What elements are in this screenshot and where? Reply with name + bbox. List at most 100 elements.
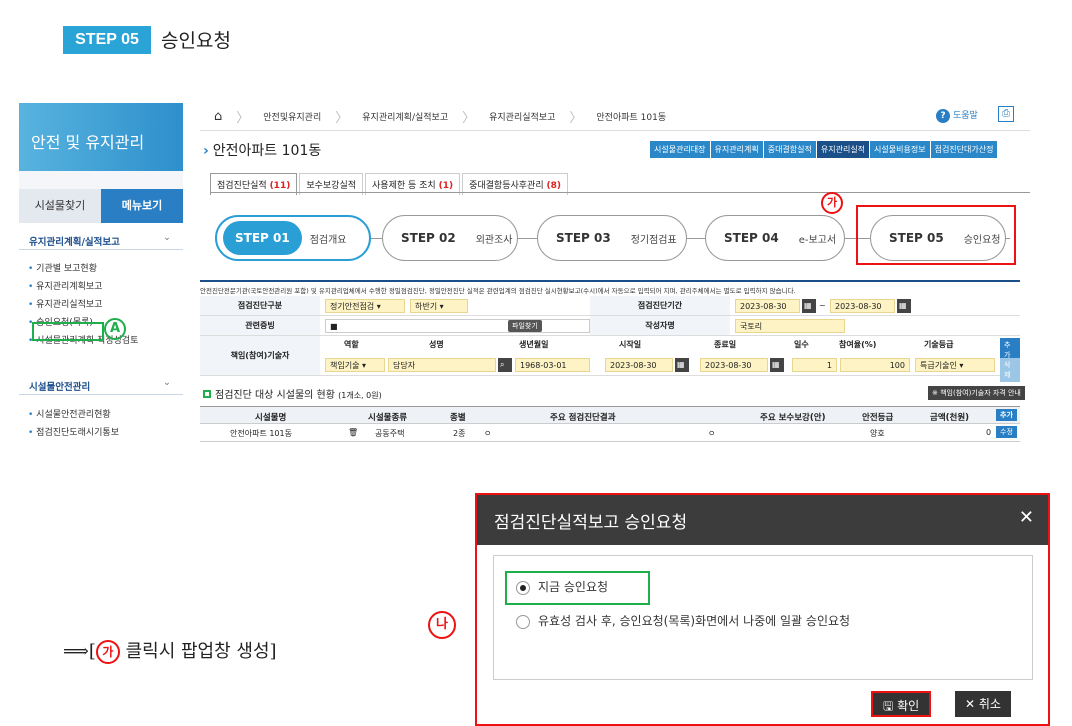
arrow-icon: ⟹	[63, 641, 89, 662]
sidebar-item-plan-report[interactable]: 유지관리계획보고	[28, 278, 178, 296]
trash-icon[interactable]: 🗑	[348, 428, 358, 437]
sidebar-spacer	[19, 171, 183, 189]
divider	[210, 192, 1030, 193]
sidebar-list-2: 시설물안전관리현황 점검진단도래시기통보	[28, 406, 178, 442]
chevron-right-icon: 〉	[569, 111, 583, 126]
th-grade: 안전등급	[862, 413, 894, 423]
tilde-sep: ~	[819, 301, 826, 310]
nav-cost-calc[interactable]: 점검진단대가산정	[930, 141, 998, 158]
nav-facility-ledger[interactable]: 시설물관리대장	[650, 141, 710, 158]
table-row: 안전아파트 101동 🗑 공동주택 2종 ㅇ ㅇ 양호 0 수정	[200, 424, 1020, 442]
step-02[interactable]: STEP 02 외관조사	[382, 215, 518, 261]
file-icon: ■	[330, 322, 338, 331]
help-label: 도움말	[953, 111, 978, 121]
calendar-icon[interactable]: ▦	[675, 358, 689, 372]
calendar-icon[interactable]: ▦	[802, 299, 816, 313]
breadcrumb-item[interactable]: 유지관리실적보고	[475, 110, 569, 123]
days-input[interactable]: 1	[792, 358, 837, 372]
rate-input[interactable]: 100	[840, 358, 910, 372]
cell-facility: 안전아파트 101동	[230, 429, 292, 438]
qualification-guide-button[interactable]: ※ 책임(참여)기술자 자격 안내	[928, 386, 1025, 400]
close-icon[interactable]: ✕	[1019, 507, 1034, 528]
eng-end-input[interactable]: 2023-08-30	[700, 358, 768, 372]
option-later[interactable]: 유효성 검사 후, 승인요청(목록)화면에서 나중에 일괄 승인요청	[516, 612, 850, 629]
add-facility-button[interactable]: 추가	[996, 409, 1017, 421]
step-01[interactable]: STEP 01 점검개요	[215, 215, 371, 261]
label-evidence: 관련증빙	[200, 316, 320, 335]
step-name: 외관조사	[475, 234, 513, 246]
sidebar-item-result-report[interactable]: 유지관리실적보고	[28, 296, 178, 314]
role-select[interactable]: 책임기술 ▾	[325, 358, 385, 372]
print-icon[interactable]: ⎙	[998, 106, 1014, 122]
tab-count: (11)	[269, 181, 291, 191]
col-name: 성명	[429, 340, 444, 349]
chevron-right-icon: 〉	[236, 111, 250, 126]
col-start: 시작일	[619, 340, 642, 349]
step-name: 점검개요	[309, 234, 347, 246]
name-input[interactable]: 담당자	[388, 358, 496, 372]
edit-button[interactable]: 수정	[996, 426, 1017, 438]
nav-maint-plan[interactable]: 유지관리계획	[710, 141, 763, 158]
cell-kind: 공동주택	[375, 429, 405, 438]
sidebar-item-safety-status[interactable]: 시설물안전관리현황	[28, 406, 178, 424]
sidebar-section-safety[interactable]: 시설물안전관리 ⌄	[19, 371, 183, 395]
page-title: › 안전아파트 101동	[203, 140, 321, 160]
label-period: 점검진단기간	[590, 296, 730, 315]
marker-ga: 가	[821, 192, 843, 214]
file-input[interactable]: ■	[325, 319, 590, 333]
form-row-type: 점검진단구분 정기안전점검 ▾ 하반기 ▾ 점검진단기간 2023-08-30 …	[200, 296, 1020, 316]
tab-menu[interactable]: 메뉴보기	[101, 189, 183, 223]
file-find-button[interactable]: 파일찾기	[508, 320, 542, 332]
tab-label: 중대결함등사후관리	[469, 181, 544, 191]
popup-title: 점검진단실적보고 승인요청	[477, 495, 1048, 545]
chevron-right-icon: 〉	[335, 111, 349, 126]
calendar-icon[interactable]: ▦	[897, 299, 911, 313]
th-facility: 시설물명	[255, 413, 287, 423]
select-half[interactable]: 하반기 ▾	[410, 299, 468, 313]
confirm-button[interactable]: 🖫 확인	[871, 691, 932, 717]
step-title: 승인요청	[161, 30, 231, 52]
nav-cost-info[interactable]: 시설물비용정보	[870, 141, 930, 158]
facility-section-title: 점검진단 대상 시설물의 현황 (1개소, 0원)	[203, 386, 382, 401]
cancel-button[interactable]: ✕ 취소	[955, 691, 1011, 717]
tab-find-facility[interactable]: 시설물찾기	[19, 189, 101, 223]
th-repair: 주요 보수보강(안)	[760, 413, 826, 423]
breadcrumb-item[interactable]: 안전및유지관리	[249, 110, 335, 123]
delete-engineer-button[interactable]: 삭제	[1000, 358, 1020, 382]
select-type[interactable]: 정기안전점검 ▾	[325, 299, 405, 313]
radio-icon[interactable]	[516, 614, 530, 629]
marker-ga-note: 가	[95, 640, 120, 664]
eng-start-input[interactable]: 2023-08-30	[605, 358, 673, 372]
marker-a: A	[104, 318, 126, 340]
sidebar-item-inspection-notice[interactable]: 점검진단도래시기통보	[28, 424, 178, 442]
nav-defect-result[interactable]: 중대결함실적	[763, 141, 816, 158]
breadcrumb-item[interactable]: 유지관리계획/실적보고	[348, 110, 462, 123]
writer-input[interactable]: 국토리	[735, 319, 845, 333]
sidebar-section-maintenance[interactable]: 유지관리계획/실적보고 ⌄	[19, 226, 183, 250]
start-date-input[interactable]: 2023-08-30	[735, 299, 800, 313]
nav-maint-result[interactable]: 유지관리실적	[816, 141, 870, 158]
home-icon[interactable]: ⌂	[200, 109, 236, 124]
highlight-option-now	[505, 571, 650, 605]
form-row-engineer: 책임(참여)기술자 역할 성명 생년월일 시작일 종료일 일수 참여율(%) 기…	[200, 336, 1020, 382]
end-date-input[interactable]: 2023-08-30	[830, 299, 895, 313]
sidebar-item-agency-report[interactable]: 기관별 보고현황	[28, 260, 178, 278]
step-id: STEP 02	[389, 221, 468, 255]
col-days: 일수	[794, 340, 809, 349]
step-04[interactable]: STEP 04 e-보고서	[705, 215, 845, 261]
cell-grade: 양호	[870, 429, 885, 438]
help-button[interactable]: ? 도움말	[936, 108, 978, 123]
chevron-right-icon: 〉	[462, 111, 476, 126]
chevron-down-icon: ⌄	[163, 232, 171, 243]
step-03[interactable]: STEP 03 정기점검표	[537, 215, 687, 261]
calendar-icon[interactable]: ▦	[770, 358, 784, 372]
close-icon: ✕	[965, 697, 976, 711]
grade-select[interactable]: 특급기술인 ▾	[915, 358, 995, 372]
label-engineer: 책임(참여)기술자	[200, 336, 320, 375]
tab-label: 사용제한 등 조치	[372, 181, 436, 191]
tab-count: (8)	[546, 181, 561, 191]
search-icon[interactable]: ⌕	[498, 358, 512, 372]
cell-repair: ㅇ	[708, 429, 716, 438]
birth-input[interactable]: 1968-03-01	[515, 358, 590, 372]
col-end: 종료일	[714, 340, 737, 349]
